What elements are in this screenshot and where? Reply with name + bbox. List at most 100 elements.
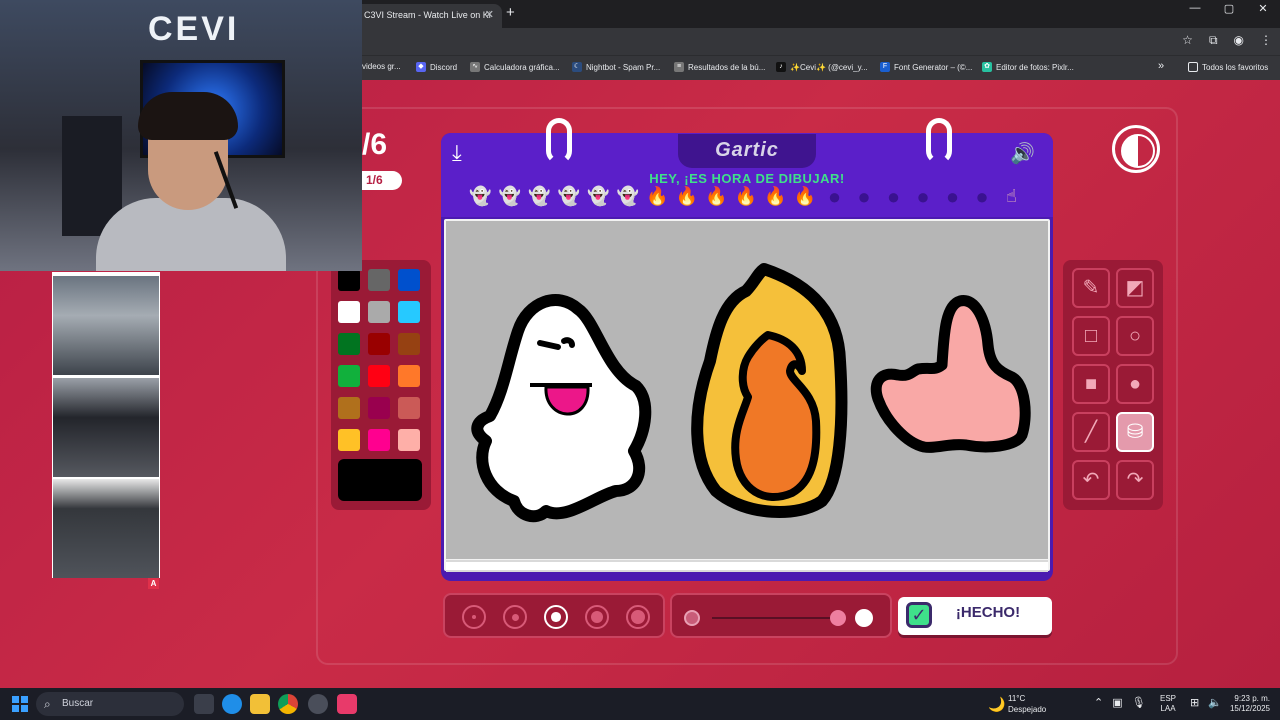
color-swatch[interactable] (368, 301, 390, 323)
search-icon: ⌕ (44, 697, 51, 711)
filled-ellipse-tool[interactable]: ● (1116, 364, 1154, 404)
weather-widget[interactable]: 11°C Despejado (1008, 693, 1046, 715)
tiktok-app-icon[interactable] (337, 694, 357, 714)
bookmark-item[interactable]: ◆ Discord (416, 62, 457, 72)
menu-kebab-icon[interactable]: ⋮ (1260, 33, 1272, 48)
language-indicator[interactable]: ESP LAA (1160, 694, 1176, 714)
obs-icon[interactable] (308, 694, 328, 714)
color-swatch[interactable] (338, 301, 360, 323)
microphone-icon[interactable]: 🎙 (1132, 696, 1146, 709)
color-swatch[interactable] (338, 333, 360, 355)
bookmark-star-icon[interactable]: ☆ (1182, 33, 1193, 48)
file-explorer-icon[interactable] (250, 694, 270, 714)
bookmark-item[interactable]: ♪ ✨Cevi✨ (@cevi_y... (776, 62, 868, 72)
hand-icon: ☝ (1006, 186, 1017, 206)
all-bookmarks-button[interactable]: Todos los favoritos (1188, 62, 1268, 72)
color-swatch[interactable] (398, 397, 420, 419)
webcam-overlay: CEVI (0, 0, 362, 271)
opacity-slider-track[interactable] (712, 617, 842, 619)
window-controls: — ▢ ✕ (1178, 2, 1280, 15)
tab-close-icon[interactable]: ✕ (485, 4, 494, 26)
color-swatch[interactable] (338, 365, 360, 387)
system-tray: ⌃ ▣ 🎙 (1094, 696, 1146, 709)
minimize-button[interactable]: — (1178, 2, 1212, 15)
opacity-min-icon (684, 610, 700, 626)
brush-size-dot (551, 612, 561, 622)
brush-size-option[interactable] (503, 605, 527, 629)
bookmark-item[interactable]: ☾ Nightbot - Spam Pr... (572, 62, 660, 72)
tab-title: C3VI Stream - Watch Live on Ki (364, 10, 491, 20)
eraser-tool[interactable]: ◩ (1116, 268, 1154, 308)
bookmark-item[interactable]: ≡ Resultados de la bú... (674, 62, 765, 72)
brush-size-option[interactable] (626, 605, 650, 629)
color-swatch[interactable] (398, 429, 420, 451)
color-swatch[interactable] (398, 269, 420, 291)
network-icon[interactable]: ⊞ (1190, 696, 1199, 709)
fire-icon: 🔥 (675, 186, 699, 206)
ghost-icon: 👻 (528, 186, 551, 206)
drawing-canvas[interactable] (446, 221, 1048, 559)
color-swatch[interactable] (368, 365, 390, 387)
tray-app-icon[interactable]: ▣ (1112, 696, 1122, 709)
photo-badge: A (148, 578, 159, 589)
ellipse-tool[interactable]: ○ (1116, 316, 1154, 356)
filled-rectangle-tool[interactable]: ■ (1072, 364, 1110, 404)
reference-photos (52, 272, 160, 578)
ghost-icon: 👻 (469, 186, 492, 206)
taskbar-clock[interactable]: 9:23 p. m. 15/12/2025 (1220, 694, 1270, 714)
brush-size-option[interactable] (462, 605, 486, 629)
brush-size-option[interactable] (585, 605, 609, 629)
browser-tab[interactable]: C3VI Stream - Watch Live on Ki ✕ (352, 4, 502, 28)
ghost-icon: 👻 (557, 186, 581, 206)
graph-icon: ∿ (470, 62, 480, 72)
color-swatch[interactable] (398, 365, 420, 387)
fill-tool[interactable]: ⛁ (1116, 412, 1154, 452)
chrome-icon[interactable] (278, 694, 298, 714)
folder-icon (1188, 62, 1198, 72)
line-tool[interactable]: ╱ (1072, 412, 1110, 452)
windows-start-icon[interactable] (12, 696, 28, 712)
doc-icon: ≡ (674, 62, 684, 72)
extensions-icon[interactable]: ⧉ (1209, 33, 1218, 48)
color-swatch[interactable] (338, 397, 360, 419)
profile-avatar[interactable]: ◉ (1234, 33, 1244, 48)
bookmark-item[interactable]: ∿ Calculadora gráfica... (470, 62, 560, 72)
bookmark-item[interactable]: videos gr... (362, 62, 401, 71)
color-swatch[interactable] (398, 301, 420, 323)
tray-chevron-icon[interactable]: ⌃ (1094, 696, 1103, 709)
drawing-thumb (870, 295, 1031, 453)
pencil-tool[interactable]: ✎ (1072, 268, 1110, 308)
fire-icon: 🔥 (705, 186, 728, 206)
round-pill: 1/6 (362, 171, 402, 190)
contrast-toggle-button[interactable] (1112, 125, 1160, 173)
task-view-icon[interactable] (194, 694, 214, 714)
taskbar-search[interactable]: ⌕ Buscar (36, 692, 184, 716)
color-swatch[interactable] (368, 397, 390, 419)
brush-size-dot (511, 613, 519, 621)
brush-size-option[interactable] (544, 605, 568, 629)
color-swatch[interactable] (368, 429, 390, 451)
rectangle-tool[interactable]: □ (1072, 316, 1110, 356)
weather-temp: 11°C (1008, 694, 1026, 703)
ghost-icon: 👻 (616, 186, 640, 206)
close-window-button[interactable]: ✕ (1246, 2, 1280, 15)
opacity-slider-handle[interactable] (830, 610, 846, 626)
photo-jeans-light (53, 276, 159, 375)
color-swatch[interactable] (368, 269, 390, 291)
redo-tool[interactable]: ↷ (1116, 460, 1154, 500)
color-swatch[interactable] (368, 333, 390, 355)
bookmark-item[interactable]: F Font Generator – (©... (880, 62, 972, 72)
edge-icon[interactable] (222, 694, 242, 714)
bookmark-item[interactable]: ✿ Editor de fotos: Pixlr... (982, 62, 1074, 72)
search-placeholder: Buscar (62, 698, 94, 709)
new-tab-button[interactable]: + (506, 4, 515, 21)
bookmarks-overflow-button[interactable]: » (1158, 60, 1164, 72)
undo-tool[interactable]: ↶ (1072, 460, 1110, 500)
maximize-button[interactable]: ▢ (1212, 2, 1246, 15)
sound-icon[interactable]: 🔊 (1010, 141, 1035, 166)
color-swatch[interactable] (398, 333, 420, 355)
color-swatch[interactable] (338, 269, 360, 291)
download-icon[interactable]: ⤓ (452, 140, 462, 166)
color-swatch[interactable] (338, 429, 360, 451)
brush-size-dot (591, 611, 603, 623)
